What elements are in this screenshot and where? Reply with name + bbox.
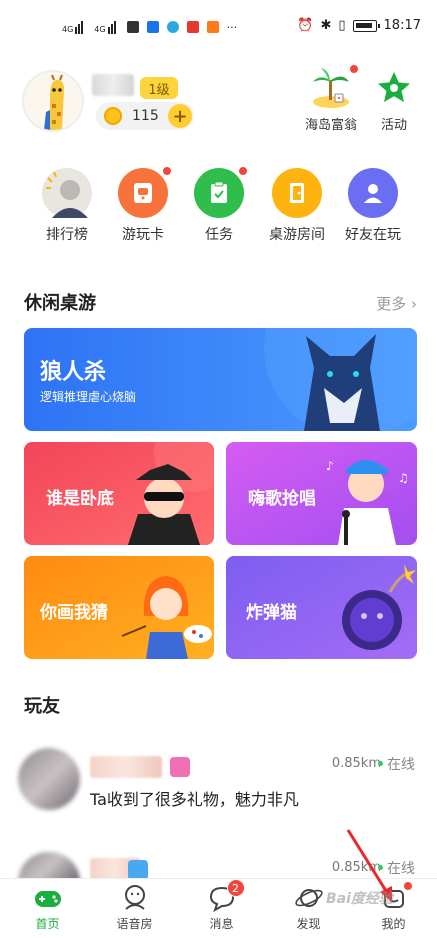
coin-value: 115	[132, 108, 159, 124]
nav-home-label: 首页	[35, 917, 60, 931]
add-coins-button[interactable]: +	[168, 104, 192, 128]
door-icon	[272, 168, 322, 218]
user-avatar[interactable]	[22, 70, 84, 132]
nav-home[interactable]: 首页	[4, 883, 91, 932]
game-card-draw-guess[interactable]: 你画我猜	[24, 556, 214, 659]
friend-status: 在线	[378, 754, 415, 774]
werewolf-title: 狼人杀	[40, 360, 107, 385]
friend-name-blurred	[90, 756, 162, 778]
bomb-cat-title: 炸弹猫	[246, 603, 297, 623]
nav-messages[interactable]: 2 消息	[178, 879, 265, 932]
watermark: Bai度经验	[326, 891, 393, 907]
more-label: 更多	[376, 295, 407, 313]
friend-icon	[348, 168, 398, 218]
message-badge: 2	[226, 879, 245, 897]
entry-friends-playing-label: 好友在玩	[345, 227, 401, 243]
draw-guess-title: 你画我猜	[40, 603, 108, 623]
nav-voice-room-label: 语音房	[116, 917, 153, 931]
notification-dot	[162, 166, 172, 176]
giraffe-avatar-icon	[24, 72, 82, 130]
clock: 18:17	[383, 18, 421, 33]
island-tycoon-label: 海岛富翁	[304, 118, 357, 133]
nav-messages-label: 消息	[209, 917, 234, 931]
planet-icon	[294, 883, 324, 913]
app-notification-icon	[186, 21, 199, 33]
notification-dot	[238, 166, 248, 176]
activity-label: 活动	[380, 118, 407, 133]
female-icon	[170, 757, 190, 777]
play-card-icon	[118, 166, 172, 218]
gamepad-icon	[33, 883, 63, 913]
notification-icon	[126, 21, 139, 33]
entry-task[interactable]: 任务	[178, 164, 260, 244]
entry-room-label: 桌游房间	[269, 227, 325, 243]
undercover-title: 谁是卧底	[46, 489, 114, 509]
status-left: 4G 4G ···	[62, 20, 237, 34]
game-card-bomb-cat[interactable]: 炸弹猫	[226, 556, 417, 659]
svg-text:♫: ♫	[398, 471, 409, 485]
notification-dot	[402, 881, 413, 891]
section-title-friends: 玩友	[24, 696, 60, 717]
game-card-werewolf[interactable]: 狼人杀 逻辑推理虐心烧脑	[24, 328, 417, 431]
signal-icon: 4G	[62, 20, 86, 34]
status-right: ⏰ ✱ ▯ 18:17	[297, 18, 421, 33]
app-notification-icon	[206, 21, 219, 33]
more-notifications-icon: ···	[226, 20, 238, 34]
werewolf-subtitle: 逻辑推理虐心烧脑	[40, 390, 137, 404]
battery-icon	[352, 19, 380, 32]
chevron-right-icon: ›	[411, 295, 417, 313]
nav-voice-room[interactable]: 语音房	[91, 883, 178, 932]
task-icon	[194, 166, 248, 218]
game-card-undercover[interactable]: 谁是卧底	[24, 442, 214, 545]
entry-play-card[interactable]: 游玩卡	[102, 164, 184, 244]
message-icon: 2	[207, 879, 245, 913]
male-icon	[128, 860, 148, 880]
entry-ranking-label: 排行榜	[46, 227, 88, 243]
status-bar: 4G 4G ··· ⏰ ✱ ▯ 18:17	[0, 0, 437, 58]
friend-message: Ta收到了很多礼物，魅力非凡	[90, 790, 299, 809]
game-card-sing[interactable]: ♪ ♫ 嗨歌抢唱	[226, 442, 417, 545]
entry-play-card-label: 游玩卡	[122, 227, 164, 243]
app-notification-icon	[166, 21, 179, 33]
alarm-icon: ⏰	[297, 18, 314, 33]
entry-friends-playing[interactable]: 好友在玩	[332, 164, 414, 244]
nav-mine-label: 我的	[381, 917, 406, 931]
nav-discover-label: 发现	[296, 917, 321, 931]
ranking-avatar-icon	[42, 168, 92, 218]
entry-ranking[interactable]: 排行榜	[26, 164, 108, 244]
notification-dot	[349, 64, 359, 74]
friend-avatar	[18, 748, 80, 810]
coin-balance[interactable]: 115 +	[96, 102, 194, 130]
sing-title: 嗨歌抢唱	[248, 489, 316, 509]
quick-entries: 排行榜 游玩卡 任务 桌游房间 好友在玩	[0, 164, 437, 246]
signal-icon: 4G	[94, 20, 118, 34]
coin-icon	[104, 107, 122, 125]
island-tycoon-button[interactable]: 海岛富翁	[300, 64, 362, 133]
island-icon	[309, 64, 359, 110]
voice-room-icon	[120, 883, 150, 913]
friend-distance: 0.85km	[331, 756, 381, 771]
entry-task-label: 任务	[205, 227, 233, 243]
entry-room[interactable]: 桌游房间	[256, 164, 338, 244]
section-title-casual: 休闲桌游	[24, 293, 96, 314]
activity-button[interactable]: 活动	[372, 66, 416, 133]
app-notification-icon	[146, 21, 159, 33]
username-blurred	[92, 74, 134, 96]
svg-text:♪: ♪	[326, 459, 334, 473]
more-link[interactable]: 更多 ›	[376, 293, 417, 314]
bluetooth-icon: ✱	[320, 18, 332, 33]
star-icon	[372, 66, 416, 110]
friend-row[interactable]: 0.85km 在线 Ta收到了很多礼物，魅力非凡	[0, 748, 437, 818]
vibrate-icon: ▯	[338, 18, 346, 33]
level-badge: 1级	[140, 77, 178, 99]
